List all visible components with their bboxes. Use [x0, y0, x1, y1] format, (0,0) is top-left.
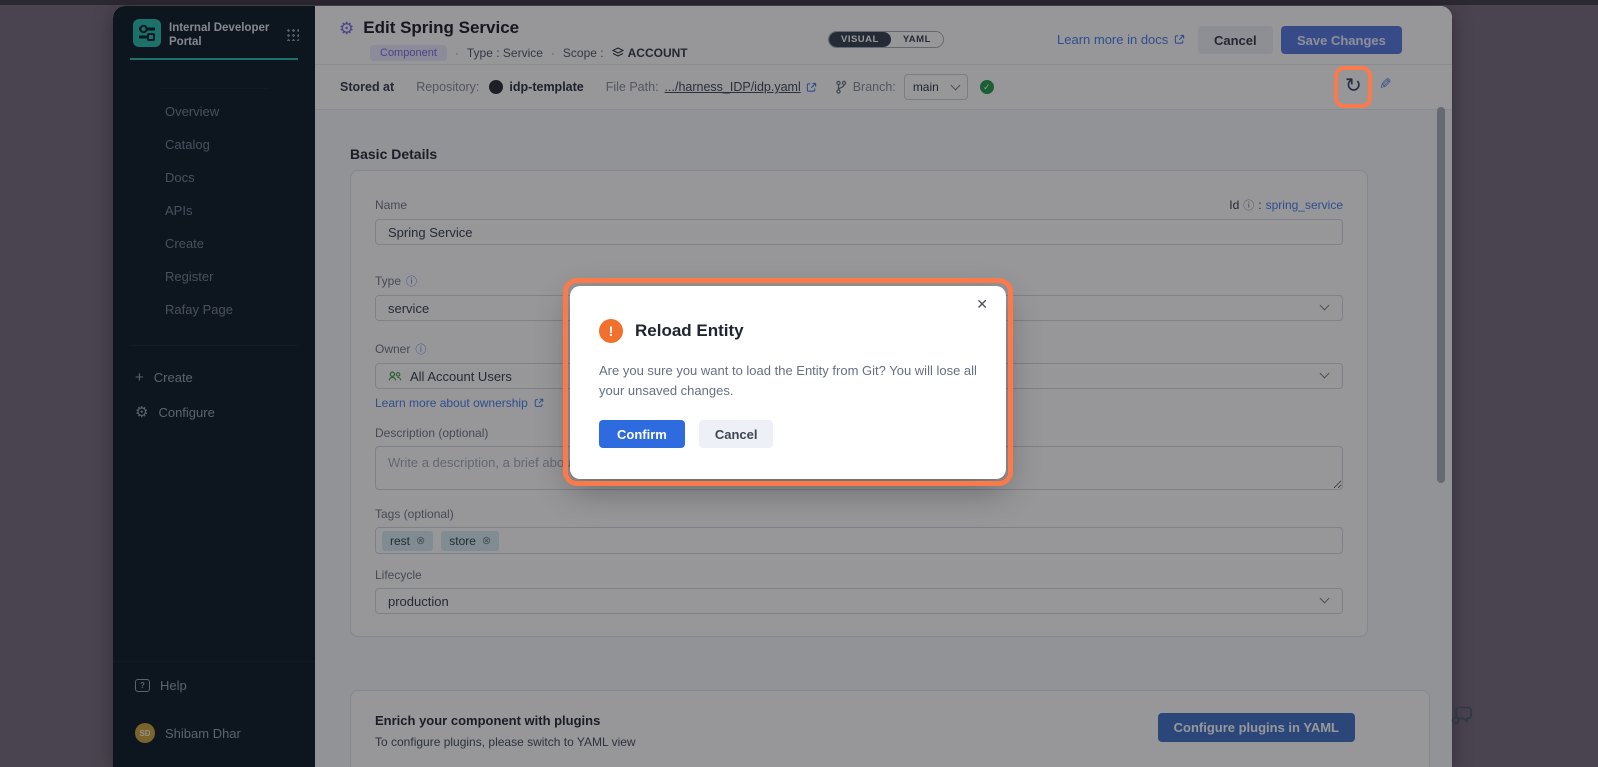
- modal-cancel-button[interactable]: Cancel: [699, 420, 774, 448]
- chat-bubble-icon[interactable]: [1451, 705, 1473, 725]
- modal-title: Reload Entity: [635, 321, 744, 341]
- app-window: Internal Developer Portal Overview Catal…: [113, 6, 1452, 767]
- reload-entity-modal: ✕ ! Reload Entity Are you sure you want …: [570, 286, 1006, 479]
- screen: Internal Developer Portal Overview Catal…: [0, 0, 1598, 767]
- confirm-button[interactable]: Confirm: [599, 420, 685, 448]
- warning-icon: !: [599, 319, 623, 343]
- close-icon[interactable]: ✕: [976, 296, 988, 313]
- modal-body-text: Are you sure you want to load the Entity…: [599, 361, 989, 401]
- window-top-strip: [0, 0, 1598, 5]
